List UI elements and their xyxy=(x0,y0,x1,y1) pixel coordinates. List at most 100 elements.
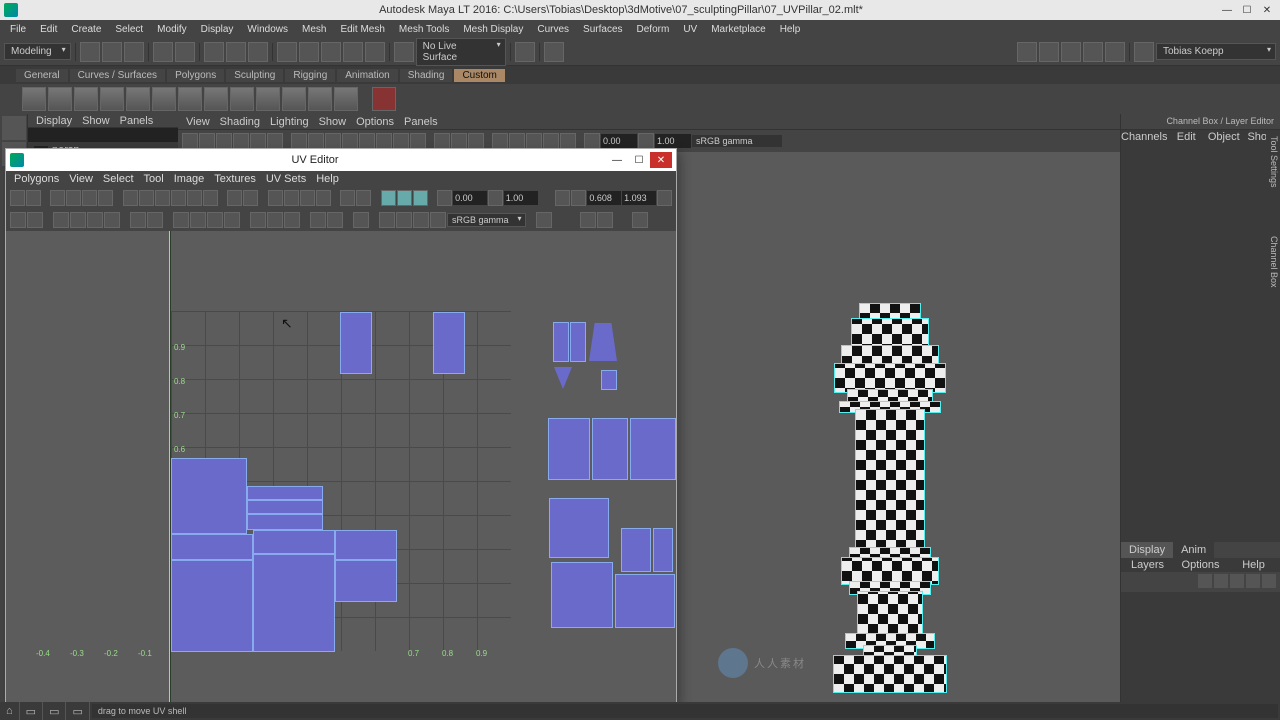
vp-tool-icon[interactable] xyxy=(182,133,198,149)
vp-tool-icon[interactable] xyxy=(291,133,307,149)
vp-tool-icon[interactable] xyxy=(451,133,467,149)
uv-shell[interactable] xyxy=(341,313,371,373)
uv-menu-tool[interactable]: Tool xyxy=(140,173,168,185)
uv-tool-icon[interactable] xyxy=(203,190,218,206)
menu-modify[interactable]: Modify xyxy=(151,23,192,36)
vp-lighting[interactable]: Lighting xyxy=(266,116,313,128)
uv-tool-icon[interactable] xyxy=(207,212,223,228)
new-scene-icon[interactable] xyxy=(80,42,100,62)
shelf-icon[interactable] xyxy=(256,87,280,111)
shelf-tab-curves[interactable]: Curves / Surfaces xyxy=(70,69,165,82)
menu-deform[interactable]: Deform xyxy=(631,23,676,36)
vp-tool-icon[interactable] xyxy=(543,133,559,149)
uv-tool-icon[interactable] xyxy=(173,212,189,228)
menu-select[interactable]: Select xyxy=(109,23,149,36)
uv-tool-icon[interactable] xyxy=(70,212,86,228)
vp-tool-icon[interactable] xyxy=(267,133,283,149)
shelf-tab-sculpting[interactable]: Sculpting xyxy=(226,69,283,82)
uv-num[interactable]: 1.093 xyxy=(622,191,656,205)
menu-mesh-tools[interactable]: Mesh Tools xyxy=(393,23,455,36)
uv-shell[interactable] xyxy=(254,555,334,651)
uv-tool-icon[interactable] xyxy=(396,212,412,228)
uv-tool-icon[interactable] xyxy=(224,212,240,228)
uv-shell[interactable] xyxy=(336,531,396,559)
uv-menu-image[interactable]: Image xyxy=(170,173,209,185)
layer-icon[interactable] xyxy=(1246,574,1260,588)
uv-tool-icon[interactable] xyxy=(98,190,113,206)
uv-menu-view[interactable]: View xyxy=(65,173,97,185)
vp-tool-icon[interactable] xyxy=(509,133,525,149)
snap-curve-icon[interactable] xyxy=(299,42,319,62)
shelf-icon[interactable] xyxy=(74,87,98,111)
open-scene-icon[interactable] xyxy=(102,42,122,62)
menu-mesh-display[interactable]: Mesh Display xyxy=(457,23,529,36)
uv-menu-select[interactable]: Select xyxy=(99,173,138,185)
vp-tool-icon[interactable] xyxy=(434,133,450,149)
uv-canvas[interactable]: 0.9 0.8 0.7 0.6 -0.4 -0.3 -0.2 -0.1 0.7 … xyxy=(6,231,676,703)
tab-object[interactable]: Object xyxy=(1205,130,1243,146)
vp-tool-icon[interactable] xyxy=(526,133,542,149)
vp-tool-icon[interactable] xyxy=(233,133,249,149)
menu-file[interactable]: File xyxy=(4,23,32,36)
menu-edit[interactable]: Edit xyxy=(34,23,63,36)
vp-num[interactable]: 1.00 xyxy=(655,134,691,148)
status-seg[interactable]: ⌂ xyxy=(0,702,20,720)
shelf-icon[interactable] xyxy=(204,87,228,111)
magnet-icon[interactable] xyxy=(394,42,414,62)
uv-tool-icon[interactable] xyxy=(10,190,25,206)
layout-icon-3[interactable] xyxy=(1061,42,1081,62)
menu-curves[interactable]: Curves xyxy=(531,23,575,36)
uv-num[interactable]: 0.00 xyxy=(453,191,487,205)
tab-options[interactable]: Options xyxy=(1174,558,1227,572)
outliner-show[interactable]: Show xyxy=(78,115,114,127)
redo-icon[interactable] xyxy=(175,42,195,62)
layer-icon[interactable] xyxy=(1214,574,1228,588)
vp-show[interactable]: Show xyxy=(315,116,351,128)
uv-tool-icon[interactable] xyxy=(27,212,43,228)
select-tool-icon[interactable] xyxy=(2,116,26,140)
uv-shell[interactable] xyxy=(554,323,568,361)
save-scene-icon[interactable] xyxy=(124,42,144,62)
vp-tool-icon[interactable] xyxy=(359,133,375,149)
menu-help[interactable]: Help xyxy=(774,23,807,36)
uv-tool-icon[interactable] xyxy=(147,212,163,228)
uv-shell[interactable] xyxy=(616,575,674,627)
uv-tool-icon[interactable] xyxy=(284,212,300,228)
tab-display[interactable]: Display xyxy=(1121,542,1173,558)
uv-tool-icon[interactable] xyxy=(284,190,299,206)
uv-tool-icon[interactable] xyxy=(300,190,315,206)
vp-tool-icon[interactable] xyxy=(584,133,600,149)
uv-tool-icon[interactable] xyxy=(53,212,69,228)
layout-icon-4[interactable] xyxy=(1083,42,1103,62)
shelf-tab-general[interactable]: General xyxy=(16,69,68,82)
uv-shell[interactable] xyxy=(549,419,589,479)
uv-tool-icon[interactable] xyxy=(227,190,242,206)
uv-shell[interactable] xyxy=(172,561,252,651)
uv-tool-icon[interactable] xyxy=(243,190,258,206)
vp-num[interactable]: 0.00 xyxy=(601,134,637,148)
uv-shell[interactable] xyxy=(554,367,572,389)
tab-help[interactable]: Help xyxy=(1227,558,1280,572)
account-avatar-icon[interactable] xyxy=(1134,42,1154,62)
uv-shell[interactable] xyxy=(552,563,612,627)
select-icon[interactable] xyxy=(204,42,224,62)
vp-tool-icon[interactable] xyxy=(376,133,392,149)
uv-menu-uvsets[interactable]: UV Sets xyxy=(262,173,310,185)
menu-surfaces[interactable]: Surfaces xyxy=(577,23,628,36)
uv-shell[interactable] xyxy=(434,313,464,373)
uv-shade-icon[interactable] xyxy=(381,190,396,206)
uv-tool-icon[interactable] xyxy=(430,212,446,228)
menu-edit-mesh[interactable]: Edit Mesh xyxy=(334,23,390,36)
shelf-tab-animation[interactable]: Animation xyxy=(337,69,397,82)
shelf-icon[interactable] xyxy=(100,87,124,111)
live-surface[interactable]: No Live Surface xyxy=(416,38,506,66)
vp-tool-icon[interactable] xyxy=(308,133,324,149)
outliner-panels[interactable]: Panels xyxy=(116,115,158,127)
menu-create[interactable]: Create xyxy=(65,23,107,36)
uv-tool-icon[interactable] xyxy=(50,190,65,206)
uv-tool-icon[interactable] xyxy=(340,190,355,206)
tab-channels[interactable]: Channels xyxy=(1121,130,1167,146)
vp-tool-icon[interactable] xyxy=(250,133,266,149)
uv-tool-icon[interactable] xyxy=(155,190,170,206)
uv-num[interactable]: 0.608 xyxy=(587,191,621,205)
